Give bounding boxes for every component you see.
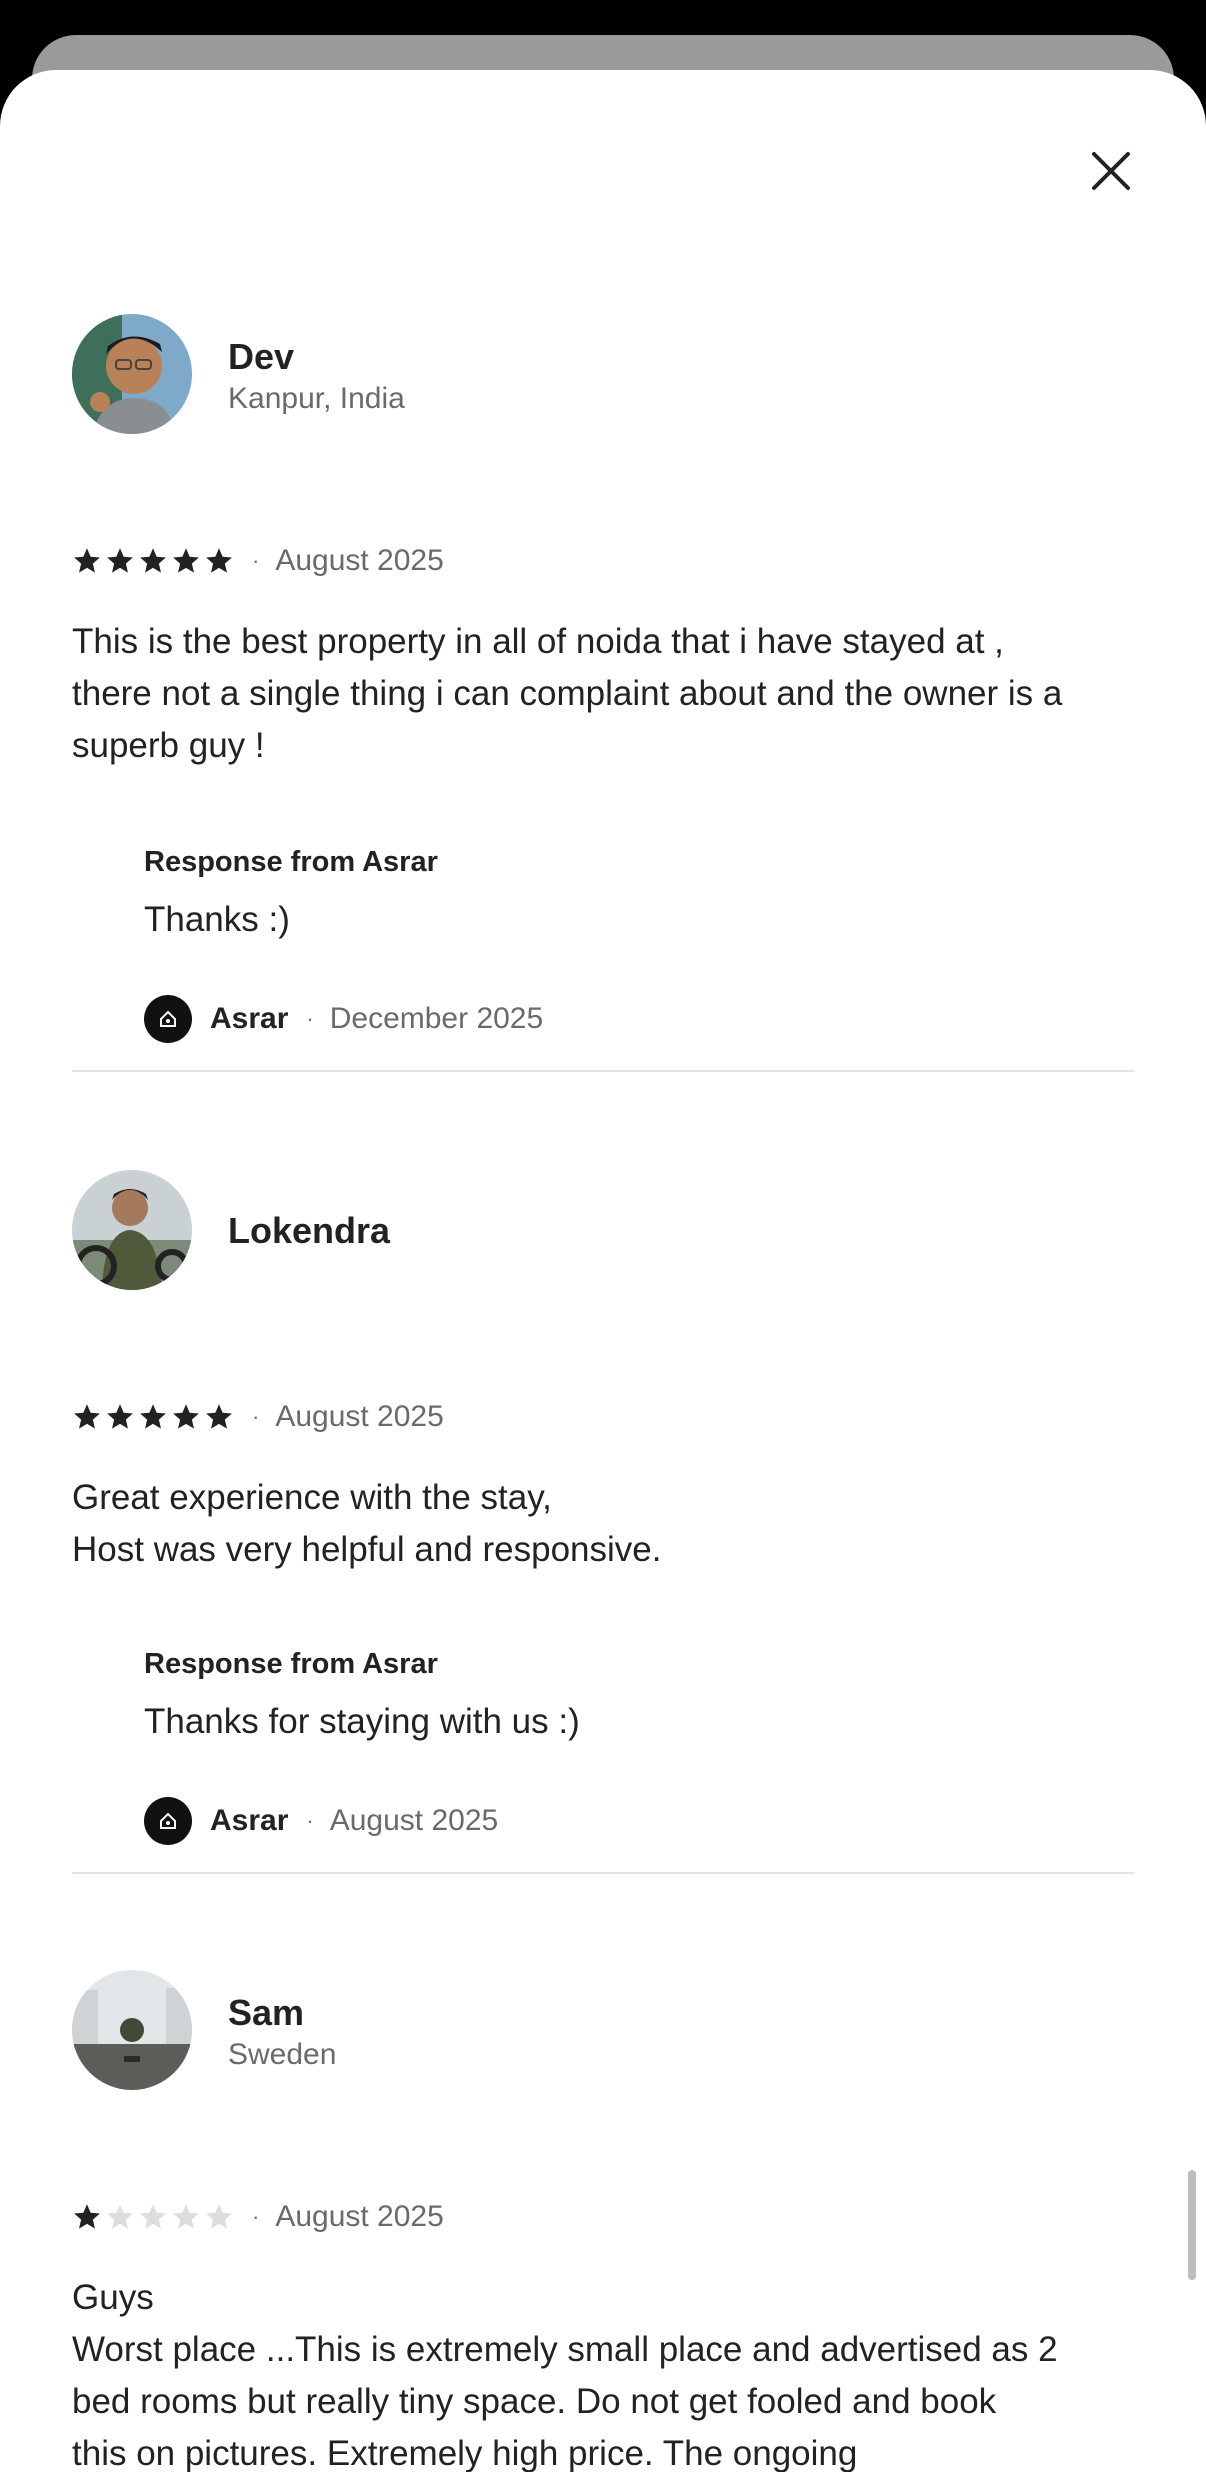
star-empty-icon	[140, 2204, 166, 2229]
reviews-modal: Dev Kanpur, India · August 2025 This is …	[0, 70, 1206, 2472]
review-date: August 2025	[275, 1400, 444, 1433]
star-filled-icon	[173, 1404, 199, 1429]
star-filled-icon	[140, 1404, 166, 1429]
divider	[72, 1872, 1134, 1874]
star-filled-icon	[74, 548, 100, 573]
scrollbar[interactable]	[1188, 2170, 1196, 2280]
rating-row: · August 2025	[72, 541, 444, 581]
star-filled-icon	[107, 1404, 133, 1429]
review-item: Dev Kanpur, India · August 2025 This is …	[72, 314, 1134, 1114]
host-logo-icon	[160, 1010, 176, 1027]
rating-row: · August 2025	[72, 2197, 444, 2237]
star-filled-icon	[74, 1404, 100, 1429]
host-name: Asrar	[210, 1002, 289, 1035]
response-date: December 2025	[329, 1002, 544, 1035]
divider	[72, 1070, 1134, 1072]
response-title: Response from Asrar	[144, 846, 438, 878]
avatar[interactable]	[72, 1170, 192, 1290]
rating-row: · August 2025	[72, 1397, 444, 1437]
host-row: Asrar · December 2025	[144, 994, 543, 1044]
response-text: Thanks for staying with us :)	[144, 1702, 580, 1741]
star-empty-icon	[206, 2204, 232, 2229]
star-filled-icon	[206, 1404, 232, 1429]
close-button[interactable]	[1086, 146, 1136, 196]
close-icon	[1092, 152, 1130, 190]
response-date: August 2025	[329, 1804, 499, 1837]
review-date: August 2025	[275, 544, 444, 577]
host-avatar[interactable]	[144, 1797, 192, 1845]
response-text: Thanks :)	[144, 900, 290, 939]
star-filled-icon	[74, 2204, 100, 2229]
star-filled-icon	[173, 548, 199, 573]
host-logo-icon	[160, 1812, 176, 1829]
reviewer-name: Dev	[228, 336, 295, 377]
star-rating	[72, 546, 234, 576]
review-item: Lokendra · August 2025 Great experience …	[72, 1170, 1134, 1870]
host-avatar[interactable]	[144, 995, 192, 1043]
avatar[interactable]	[72, 314, 192, 434]
star-filled-icon	[107, 548, 133, 573]
reviewer-name: Sam	[228, 1992, 305, 2033]
star-rating	[72, 2202, 234, 2232]
avatar[interactable]	[72, 1970, 192, 2090]
star-filled-icon	[206, 548, 232, 573]
review-text: Guys Worst place ...This is extremely sm…	[72, 2278, 1058, 2472]
review-text: This is the best property in all of noid…	[72, 622, 1063, 765]
star-filled-icon	[140, 548, 166, 573]
response-title: Response from Asrar	[144, 1648, 438, 1680]
star-empty-icon	[107, 2204, 133, 2229]
star-empty-icon	[173, 2204, 199, 2229]
reviewer-location: Sweden	[228, 2038, 337, 2071]
reviewer-name: Lokendra	[228, 1210, 391, 1251]
host-row: Asrar · August 2025	[144, 1796, 498, 1846]
host-name: Asrar	[210, 1804, 289, 1837]
review-text: Great experience with the stay, Host was…	[72, 1478, 662, 1569]
reviewer-location: Kanpur, India	[228, 382, 405, 415]
star-rating	[72, 1402, 234, 1432]
review-item: Sam Sweden · August 2025 Guys Worst plac…	[72, 1970, 1134, 2472]
review-date: August 2025	[275, 2200, 444, 2233]
